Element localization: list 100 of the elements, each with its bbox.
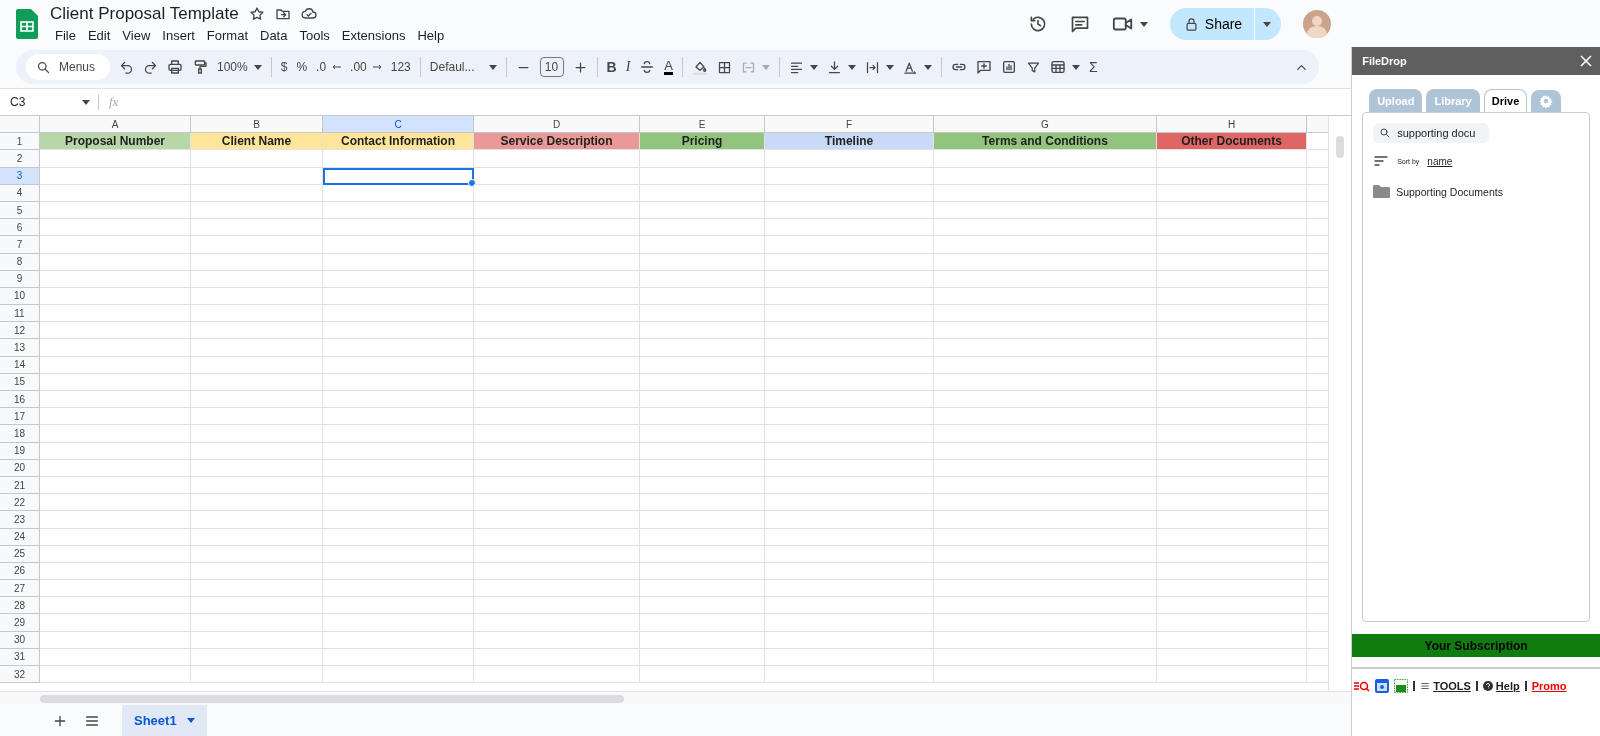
table-cell[interactable] [934, 442, 1157, 460]
table-cell[interactable] [191, 476, 323, 495]
column-header[interactable]: D [474, 116, 640, 134]
table-cell[interactable] [934, 339, 1157, 357]
table-cell[interactable] [474, 150, 640, 168]
table-cell[interactable] [40, 201, 191, 220]
column-header[interactable]: G [934, 116, 1157, 134]
table-cell[interactable] [765, 459, 934, 477]
table-cell[interactable] [1157, 666, 1307, 684]
undo-icon[interactable] [119, 59, 134, 75]
name-box[interactable]: C3 [0, 94, 99, 110]
align-left-icon[interactable] [788, 59, 804, 75]
table-cell[interactable] [323, 339, 474, 357]
table-cell[interactable] [474, 287, 640, 306]
table-cell[interactable] [640, 459, 765, 477]
table-cell[interactable] [640, 219, 765, 237]
menu-item[interactable]: Format [201, 25, 253, 45]
footer-link[interactable]: Help [1482, 680, 1520, 692]
document-title[interactable]: Client Proposal Template [50, 3, 239, 24]
table-cell[interactable] [191, 287, 323, 306]
table-cell[interactable] [474, 184, 640, 202]
table-cell[interactable] [191, 511, 323, 529]
menu-item[interactable]: Help [412, 25, 450, 45]
table-cell[interactable] [323, 270, 474, 288]
table-cell[interactable] [934, 201, 1157, 220]
table-cell[interactable] [640, 580, 765, 598]
table-cell[interactable] [474, 373, 640, 391]
table-cell[interactable] [765, 476, 934, 495]
row-number[interactable]: 22 [0, 494, 40, 512]
table-cell[interactable] [323, 511, 474, 529]
vertical-align-icon[interactable] [826, 59, 842, 75]
increase-decimal-button[interactable]: .00 [350, 60, 382, 74]
table-cell[interactable] [40, 219, 191, 237]
table-cell[interactable] [474, 339, 640, 357]
plus-icon[interactable] [572, 59, 588, 75]
table-cell[interactable] [323, 391, 474, 409]
table-cell[interactable] [934, 287, 1157, 306]
folder-name[interactable]: Supporting Documents [1396, 185, 1503, 198]
table-cell[interactable] [1157, 184, 1307, 202]
table-cell[interactable] [191, 373, 323, 391]
table-cell[interactable] [1157, 219, 1307, 237]
table-cell[interactable] [765, 442, 934, 460]
table-cell[interactable] [323, 597, 474, 615]
table-cell[interactable] [934, 580, 1157, 598]
merge-cells-icon[interactable] [740, 59, 756, 75]
table-cell[interactable] [934, 219, 1157, 237]
table-cell[interactable] [474, 253, 640, 271]
footer-link[interactable]: Promo [1531, 680, 1567, 692]
table-cell[interactable] [765, 408, 934, 426]
table-cell[interactable] [323, 476, 474, 495]
table-cell[interactable] [640, 511, 765, 529]
table-cell[interactable] [40, 648, 191, 666]
menu-item[interactable]: Data [255, 25, 293, 45]
table-cell[interactable] [323, 150, 474, 168]
table-cell[interactable] [191, 322, 323, 340]
table-cell[interactable] [474, 305, 640, 323]
text-color-button[interactable]: A [664, 59, 673, 75]
table-cell[interactable] [765, 545, 934, 563]
column-header[interactable]: A [40, 116, 191, 134]
table-cell[interactable] [1157, 270, 1307, 288]
font-dropdown[interactable]: Defaul... [429, 60, 497, 74]
table-cell[interactable] [40, 356, 191, 374]
table-cell[interactable] [40, 184, 191, 202]
table-cell[interactable] [40, 494, 191, 512]
table-cell[interactable] [474, 391, 640, 409]
table-cell[interactable] [474, 356, 640, 374]
decrease-decimal-button[interactable]: .0 [316, 60, 342, 74]
table-cell[interactable] [323, 666, 474, 684]
table-cell[interactable] [934, 322, 1157, 340]
print-icon[interactable] [167, 59, 183, 75]
table-cell[interactable] [640, 528, 765, 546]
table-cell[interactable] [474, 528, 640, 546]
table-cell[interactable] [934, 666, 1157, 684]
selected-cell[interactable] [323, 167, 474, 185]
star-icon[interactable] [248, 5, 265, 22]
table-cell[interactable] [323, 425, 474, 443]
cloud-icon[interactable] [300, 5, 317, 22]
paint-format-icon[interactable] [192, 59, 208, 75]
table-cell[interactable] [934, 253, 1157, 271]
table-cell[interactable] [474, 201, 640, 220]
table-calculator-icon[interactable] [1049, 59, 1066, 75]
table-cell[interactable] [191, 666, 323, 684]
table-cell[interactable] [40, 373, 191, 391]
table-cell[interactable] [765, 184, 934, 202]
caret-icon[interactable] [809, 64, 818, 70]
table-cell[interactable] [323, 236, 474, 254]
menu-item[interactable]: Tools [294, 25, 335, 45]
caret-icon[interactable] [253, 64, 262, 70]
sort-icon[interactable] [1373, 153, 1390, 169]
vertical-scrollbar[interactable] [1336, 136, 1345, 158]
table-cell[interactable] [474, 236, 640, 254]
browser-window-icon[interactable] [1375, 679, 1390, 693]
table-cell[interactable] [1157, 150, 1307, 168]
table-cell[interactable] [40, 425, 191, 443]
table-cell[interactable] [1157, 459, 1307, 477]
table-cell[interactable] [323, 648, 474, 666]
table-cell[interactable] [474, 597, 640, 615]
number-format-button[interactable]: 123 [390, 60, 411, 74]
percent-format-button[interactable]: % [296, 60, 308, 74]
table-cell[interactable] [323, 305, 474, 323]
